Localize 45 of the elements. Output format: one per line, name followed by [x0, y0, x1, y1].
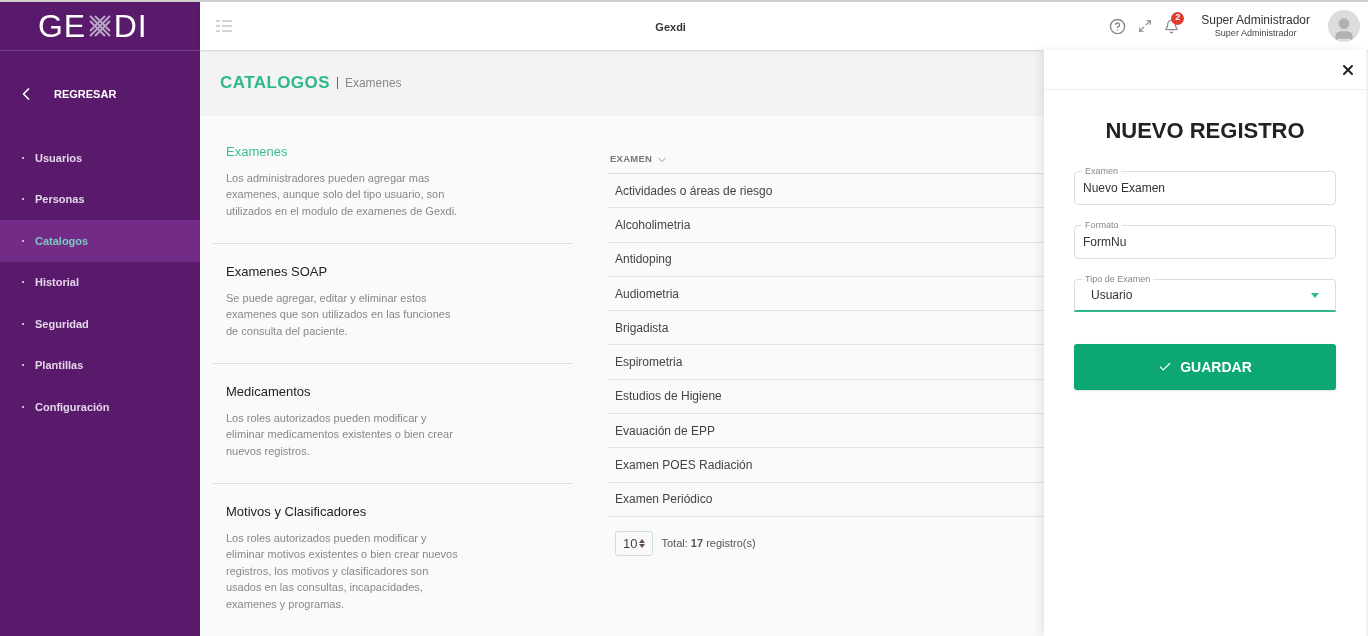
notification-count: 2 [1171, 11, 1185, 25]
page-title: CATALOGOS [220, 72, 330, 95]
logo: GE DI [38, 10, 148, 42]
sidebar-item[interactable]: Usuarios [0, 137, 200, 179]
table-cell-text: Actividades o áreas de riesgo [615, 182, 773, 200]
catalog-description: Los roles autorizados pueden modificar y eliminar motivos existentes o bien crear nuevos registros, los motivos y clasificadores son usados en las consultas, incapacidades, examenes y programas. [226, 530, 459, 612]
catalog-title[interactable]: Examenes SOAP [226, 262, 473, 282]
column-header[interactable]: EXAMEN [610, 152, 653, 167]
dropdown-caret-icon [1311, 292, 1319, 298]
sidebar-item[interactable]: Catalogos [0, 220, 200, 262]
catalog-description: Los administradores pueden agregar mas examenes, aunque solo del tipo usuario, son utilizados en el modulo de examenes de Gexdi. [226, 170, 459, 219]
catalog-description: Se puede agregar, editar y eliminar estos examenes que son utilizados en las funciones de consulta del paciente. [226, 290, 452, 339]
sidebar-item[interactable]: Personas [0, 178, 200, 220]
sidebar-item[interactable]: Seguridad [0, 303, 200, 345]
user-role: Super Administrador [1214, 27, 1297, 40]
sidebar-item[interactable]: Plantillas [0, 344, 200, 386]
table-cell-text: Espirometria [615, 354, 683, 372]
user-name: Super Administrador [1201, 12, 1310, 28]
field-label: Tipo de Examen [1082, 273, 1154, 287]
page-size-select[interactable]: 10 [615, 530, 654, 556]
catalog-title[interactable]: Motivos y Clasificadores [226, 502, 473, 522]
table-cell-text: Antidoping [615, 251, 672, 269]
sidebar-item[interactable]: Configuración [0, 386, 200, 428]
table-cell-text: Estudios de Higiene [615, 388, 722, 406]
table-cell-text: Examen Periódico [615, 491, 713, 509]
check-icon [1158, 360, 1173, 374]
table-cell-text: Audiometria [615, 285, 680, 303]
notifications-icon[interactable] [1164, 18, 1180, 34]
avatar[interactable] [1328, 10, 1360, 42]
total-count: Total: 17 registro(s) [661, 536, 756, 552]
sidebar-item[interactable]: Historial [0, 261, 200, 303]
catalog-description: Los roles autorizados pueden modificar y eliminar medicamentos existentes o bien crear nuevos registros. [226, 410, 454, 459]
sort-arrows-icon [639, 538, 646, 548]
breadcrumb: Examenes [344, 75, 402, 92]
table-cell-text: Evauación de EPP [615, 422, 716, 440]
table-cell-text: Brigadista [615, 319, 669, 337]
table-cell-text: Examen POES Radiación [615, 457, 753, 474]
catalog-title[interactable]: Medicamentos [226, 382, 473, 402]
back-button[interactable]: REGRESAR [0, 51, 200, 137]
fullscreen-icon[interactable] [1138, 19, 1153, 33]
logo-mark-icon [86, 13, 113, 39]
table-cell-text: Alcoholimetria [615, 216, 691, 234]
help-icon[interactable] [1109, 17, 1127, 35]
app-title: Gexdi [655, 21, 686, 33]
drawer-title: NUEVO REGISTRO [1104, 117, 1306, 145]
